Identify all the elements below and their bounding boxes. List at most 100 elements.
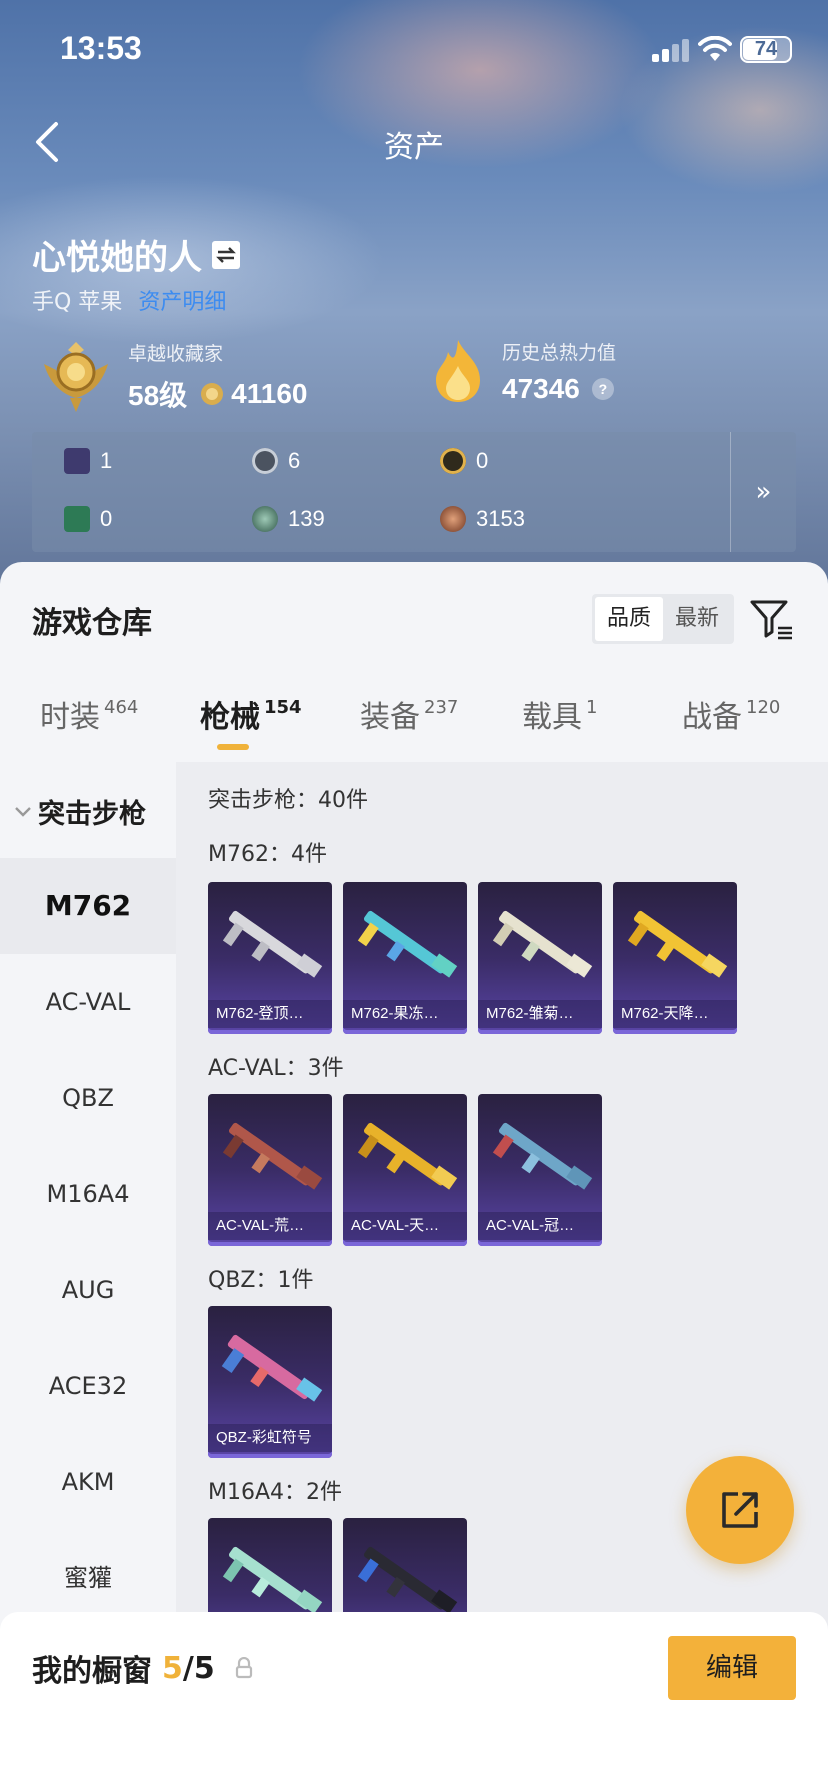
collector-badge-icon <box>44 342 108 412</box>
tab-equipment[interactable]: 装备 237 <box>360 692 458 736</box>
weapon-card[interactable]: AC-VAL-冠… <box>478 1094 602 1246</box>
tab-supplies[interactable]: 战备 120 <box>682 692 780 736</box>
collector-stat[interactable]: 卓越收藏家 58级 41160 <box>36 336 307 416</box>
tab-count: 120 <box>746 697 781 718</box>
resource-value: 3153 <box>476 506 525 531</box>
section-label: M16A4：2件 <box>208 1480 343 1505</box>
resource-value: 139 <box>288 506 325 531</box>
lock-icon[interactable] <box>235 1657 253 1679</box>
laurel-coin-icon <box>201 382 224 405</box>
weapon-name: AC-VAL-冠… <box>478 1212 602 1240</box>
rifle-icon <box>492 1122 593 1190</box>
resource-panel[interactable]: 1 6 0 0 139 3153 » <box>32 432 796 552</box>
asset-detail-link[interactable]: 资产明细 <box>138 284 226 316</box>
weapon-card[interactable]: M762-天降… <box>613 882 737 1034</box>
category-tabs: 时装 464 枪械 154 装备 237 载具 1 战备 120 <box>0 692 828 762</box>
showcase-title: 我的橱窗 5 /5 <box>32 1646 253 1690</box>
resource-item: 0 <box>64 506 112 532</box>
side-nav-item[interactable]: AKM <box>0 1434 176 1530</box>
bronze-coin-icon <box>440 506 466 532</box>
filter-icon[interactable] <box>750 598 794 642</box>
purple-card-icon <box>64 448 90 474</box>
tab-vehicles[interactable]: 载具 1 <box>522 692 597 736</box>
tab-count: 154 <box>264 697 302 718</box>
weapon-card[interactable]: AC-VAL-天… <box>343 1094 467 1246</box>
weapon-name: QBZ-彩虹符号 <box>208 1424 332 1452</box>
warehouse-sheet: 游戏仓库 品质 最新 时装 464 枪械 154 装备 237 载具 1 战备 120 突… <box>0 562 828 1792</box>
platform-label: 手Q 苹果 <box>32 290 123 315</box>
share-button[interactable] <box>686 1456 794 1564</box>
section-label: QBZ：1件 <box>208 1268 314 1293</box>
status-bar: 13:53 74 <box>0 0 828 100</box>
showcase-count: 5 <box>162 1650 183 1686</box>
page-title: 资产 <box>384 130 444 165</box>
heat-value: 47346 <box>502 372 580 404</box>
tab-count: 237 <box>424 697 459 718</box>
silver-coin-icon <box>252 448 278 474</box>
tab-count: 464 <box>104 697 139 718</box>
showcase-label: 我的橱窗 <box>32 1654 152 1689</box>
rifle-icon <box>221 1334 323 1402</box>
resource-item: 6 <box>252 448 300 474</box>
rifle-icon <box>222 910 323 978</box>
warehouse-title: 游戏仓库 <box>32 606 152 641</box>
sort-newest-button[interactable]: 最新 <box>663 597 731 641</box>
showcase-bar: 我的橱窗 5 /5 编辑 <box>0 1612 828 1792</box>
user-name: 心悦她的人 <box>32 230 240 279</box>
section-label: M762：4件 <box>208 842 327 867</box>
tab-label: 载具 <box>522 700 582 735</box>
rifle-icon <box>222 1122 323 1190</box>
category-name: 突击步枪 <box>38 799 146 830</box>
weapon-card[interactable]: M762-登顶… <box>208 882 332 1034</box>
side-nav-item[interactable]: M762 <box>0 858 176 954</box>
tab-label: 战备 <box>682 700 742 735</box>
weapon-card[interactable]: M762-雏菊… <box>478 882 602 1034</box>
green-card-icon <box>64 506 90 532</box>
cellular-signal-icon <box>652 38 692 62</box>
collector-level: 58级 <box>128 379 188 411</box>
side-nav-item[interactable]: ACE32 <box>0 1338 176 1434</box>
battery-level: 74 <box>754 38 778 60</box>
sort-quality-button[interactable]: 品质 <box>595 597 663 641</box>
section-label: AC-VAL：3件 <box>208 1056 344 1081</box>
side-nav-item[interactable]: M16A4 <box>0 1146 176 1242</box>
weapon-card[interactable]: AC-VAL-荒… <box>208 1094 332 1246</box>
resource-value: 1 <box>100 448 113 473</box>
resource-item: 139 <box>252 506 325 532</box>
wifi-icon <box>698 36 732 61</box>
tab-fashion[interactable]: 时装 464 <box>40 692 138 736</box>
weapon-card[interactable]: QBZ-彩虹符号 <box>208 1306 332 1458</box>
switch-account-button[interactable] <box>212 240 240 269</box>
tab-firearms[interactable]: 枪械 154 <box>200 692 302 736</box>
resource-item: 3153 <box>440 506 525 532</box>
weapon-name: M762-果冻… <box>343 1000 467 1028</box>
header-background: 13:53 74 资产 心悦她的人 手Q 苹果 资产明细 卓越收藏家 58级 4… <box>0 0 828 600</box>
rifle-icon <box>492 910 593 978</box>
status-time: 13:53 <box>60 30 142 66</box>
category-header[interactable]: 突击步枪 <box>14 792 146 831</box>
heat-stat[interactable]: 历史总热力值 47346 ? <box>428 336 616 406</box>
share-icon <box>722 1492 758 1528</box>
resource-value: 6 <box>288 448 301 473</box>
rifle-icon <box>357 910 458 978</box>
active-tab-indicator <box>217 744 249 750</box>
resource-value: 0 <box>476 448 489 473</box>
weapon-card[interactable]: M762-果冻… <box>343 882 467 1034</box>
flame-icon <box>436 340 480 402</box>
weapon-name: M762-天降… <box>613 1000 737 1028</box>
weapon-name: M762-登顶… <box>208 1000 332 1028</box>
weapon-name: AC-VAL-荒… <box>208 1212 332 1240</box>
side-nav-item[interactable]: AC-VAL <box>0 954 176 1050</box>
side-nav-item[interactable]: AUG <box>0 1242 176 1338</box>
category-summary: 突击步枪：40件 <box>208 788 368 813</box>
chevron-down-icon <box>15 806 31 817</box>
resource-item: 0 <box>440 448 488 474</box>
help-icon[interactable]: ? <box>591 377 614 400</box>
weapon-name: M762-雏菊… <box>478 1000 602 1028</box>
edit-showcase-button[interactable]: 编辑 <box>668 1636 796 1700</box>
tab-count: 1 <box>586 697 598 718</box>
resources-expand-button[interactable]: » <box>730 432 796 552</box>
side-nav-item[interactable]: QBZ <box>0 1050 176 1146</box>
collector-title: 卓越收藏家 <box>128 342 224 365</box>
rifle-icon <box>357 1122 458 1190</box>
